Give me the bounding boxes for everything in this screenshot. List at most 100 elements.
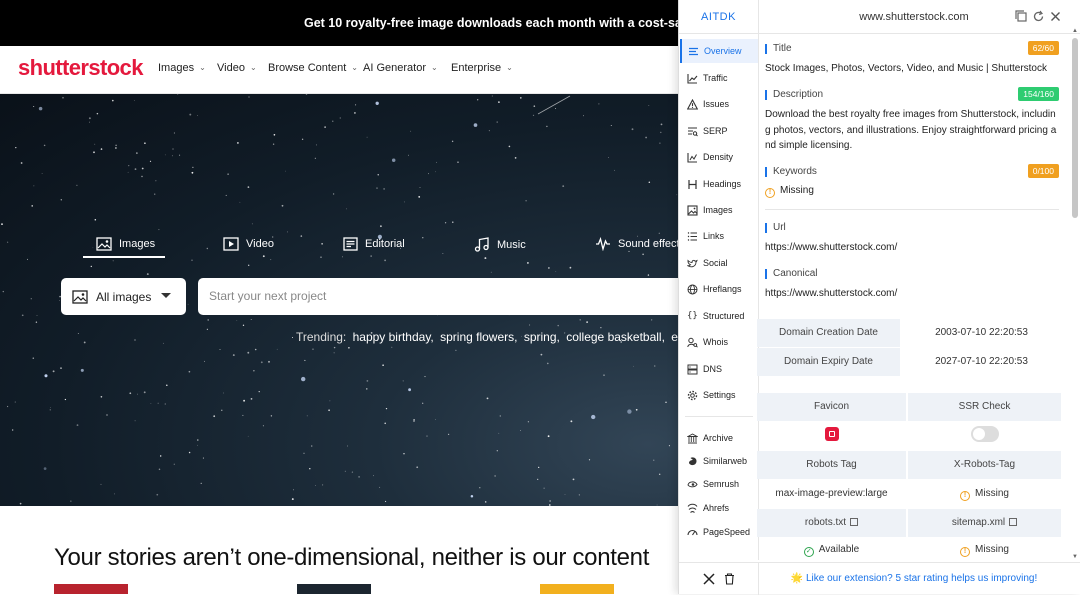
shutterstock-logo[interactable]: shutterstock bbox=[18, 55, 143, 81]
trending-link[interactable]: happy birthday, bbox=[353, 330, 434, 344]
star bbox=[546, 125, 548, 128]
scrollbar-thumb[interactable] bbox=[1072, 38, 1078, 218]
sidebar-item-issues[interactable]: Issues bbox=[680, 92, 758, 116]
nav-ai-generator[interactable]: AI Generator ⌄ bbox=[363, 62, 438, 74]
warning-icon: ! bbox=[765, 188, 775, 198]
sidebar-item-images[interactable]: Images bbox=[680, 198, 758, 222]
popout-icon[interactable] bbox=[1015, 10, 1028, 23]
x-robots-tag-status: ! Missing bbox=[908, 480, 1061, 508]
trending-link[interactable]: spring flowers, bbox=[440, 330, 517, 344]
star bbox=[292, 337, 293, 338]
star bbox=[88, 121, 91, 123]
rating-prompt[interactable]: 🌟 Like our extension? 5 star rating help… bbox=[759, 563, 1069, 595]
sidebar-item-density[interactable]: Density bbox=[680, 145, 758, 169]
sidebar-item-dns[interactable]: DNS bbox=[680, 357, 758, 381]
star bbox=[149, 160, 152, 162]
star bbox=[348, 346, 350, 349]
star bbox=[164, 403, 166, 405]
star bbox=[43, 467, 47, 470]
ssr-toggle[interactable] bbox=[970, 426, 999, 443]
scroll-up-arrow[interactable]: ▲ bbox=[1072, 28, 1078, 34]
star bbox=[262, 425, 264, 427]
star bbox=[268, 360, 270, 363]
star bbox=[379, 486, 381, 488]
trending-link[interactable]: spring, bbox=[524, 330, 560, 344]
ssr-check-cell bbox=[908, 421, 1061, 449]
star bbox=[20, 162, 23, 164]
star bbox=[141, 167, 144, 170]
star bbox=[533, 105, 536, 107]
star bbox=[1, 223, 3, 225]
sidebar-tool-pagespeed[interactable]: PageSpeed bbox=[680, 520, 758, 544]
canonical-value[interactable]: https://www.shutterstock.com/ bbox=[765, 286, 897, 302]
sidebar-item-whois[interactable]: Whois bbox=[680, 330, 758, 354]
external-link-icon bbox=[850, 518, 859, 527]
sidebar-item-label: Images bbox=[703, 205, 733, 215]
star bbox=[373, 475, 374, 477]
star bbox=[525, 200, 527, 202]
sidebar-item-serp[interactable]: SERP bbox=[680, 119, 758, 143]
sidebar-item-structured[interactable]: {} Structured bbox=[680, 304, 758, 328]
braces-icon: {} bbox=[687, 311, 698, 321]
sidebar-tool-ahrefs[interactable]: Ahrefs bbox=[680, 496, 758, 520]
star bbox=[656, 504, 658, 506]
sidebar-item-settings[interactable]: Settings bbox=[680, 383, 758, 407]
sidebar-item-hreflangs[interactable]: Hreflangs bbox=[680, 277, 758, 301]
star bbox=[305, 94, 308, 95]
tab-music[interactable]: Music bbox=[474, 237, 526, 252]
content-thumbnail[interactable] bbox=[54, 584, 128, 594]
content-thumbnail[interactable] bbox=[297, 584, 371, 594]
trash-icon[interactable] bbox=[724, 573, 735, 585]
nav-enterprise[interactable]: Enterprise ⌄ bbox=[451, 62, 513, 74]
star bbox=[115, 147, 117, 149]
robots-txt-value: Available bbox=[818, 544, 860, 555]
sidebar-tool-semrush[interactable]: Semrush bbox=[680, 472, 758, 496]
star bbox=[115, 144, 117, 147]
sitemap-link[interactable]: sitemap.xml bbox=[908, 509, 1061, 537]
star bbox=[83, 341, 86, 344]
star bbox=[189, 113, 192, 116]
sidebar-divider bbox=[685, 416, 753, 417]
sidebar-item-links[interactable]: Links bbox=[680, 224, 758, 248]
trending-label: Trending: bbox=[296, 330, 347, 344]
star bbox=[376, 187, 378, 189]
sidebar-item-traffic[interactable]: Traffic bbox=[680, 66, 758, 90]
star bbox=[247, 435, 249, 437]
asset-type-select[interactable]: All images bbox=[61, 278, 186, 315]
star bbox=[225, 194, 227, 196]
sidebar-tool-similarweb[interactable]: Similarweb bbox=[680, 449, 758, 473]
sidebar-item-label: Ahrefs bbox=[703, 503, 730, 513]
star bbox=[187, 303, 189, 305]
star bbox=[579, 319, 581, 321]
star bbox=[52, 370, 55, 373]
nav-browse-content[interactable]: Browse Content ⌄ bbox=[268, 62, 358, 74]
nav-images[interactable]: Images ⌄ bbox=[158, 62, 206, 74]
star bbox=[133, 99, 135, 101]
star bbox=[635, 408, 638, 411]
trending-link[interactable]: college basketball, bbox=[566, 330, 665, 344]
star bbox=[451, 140, 454, 143]
star bbox=[332, 193, 335, 195]
star bbox=[191, 171, 194, 174]
tab-editorial[interactable]: Editorial bbox=[343, 237, 405, 251]
sidebar-item-label: SERP bbox=[703, 126, 728, 136]
sidebar-item-overview[interactable]: Overview bbox=[680, 39, 758, 63]
url-value[interactable]: https://www.shutterstock.com/ bbox=[765, 240, 897, 256]
tab-sound-effects[interactable]: Sound effects bbox=[595, 237, 685, 251]
robots-txt-link[interactable]: robots.txt bbox=[757, 509, 906, 537]
x-logo-icon[interactable] bbox=[703, 573, 715, 585]
star bbox=[645, 136, 647, 139]
sidebar-tool-archive[interactable]: Archive bbox=[680, 426, 758, 450]
content-thumbnail[interactable] bbox=[540, 584, 614, 594]
scroll-down-arrow[interactable]: ▼ bbox=[1072, 554, 1078, 560]
tab-video[interactable]: Video bbox=[223, 237, 274, 251]
sidebar-item-social[interactable]: Social bbox=[680, 251, 758, 275]
sidebar-item-headings[interactable]: Headings bbox=[680, 172, 758, 196]
star bbox=[242, 414, 244, 416]
tab-images[interactable]: Images bbox=[96, 237, 155, 251]
search-input[interactable]: Start your next project bbox=[198, 278, 718, 315]
close-icon[interactable] bbox=[1049, 10, 1062, 23]
refresh-icon[interactable] bbox=[1032, 10, 1045, 23]
star bbox=[455, 349, 457, 352]
nav-video[interactable]: Video ⌄ bbox=[217, 62, 257, 74]
